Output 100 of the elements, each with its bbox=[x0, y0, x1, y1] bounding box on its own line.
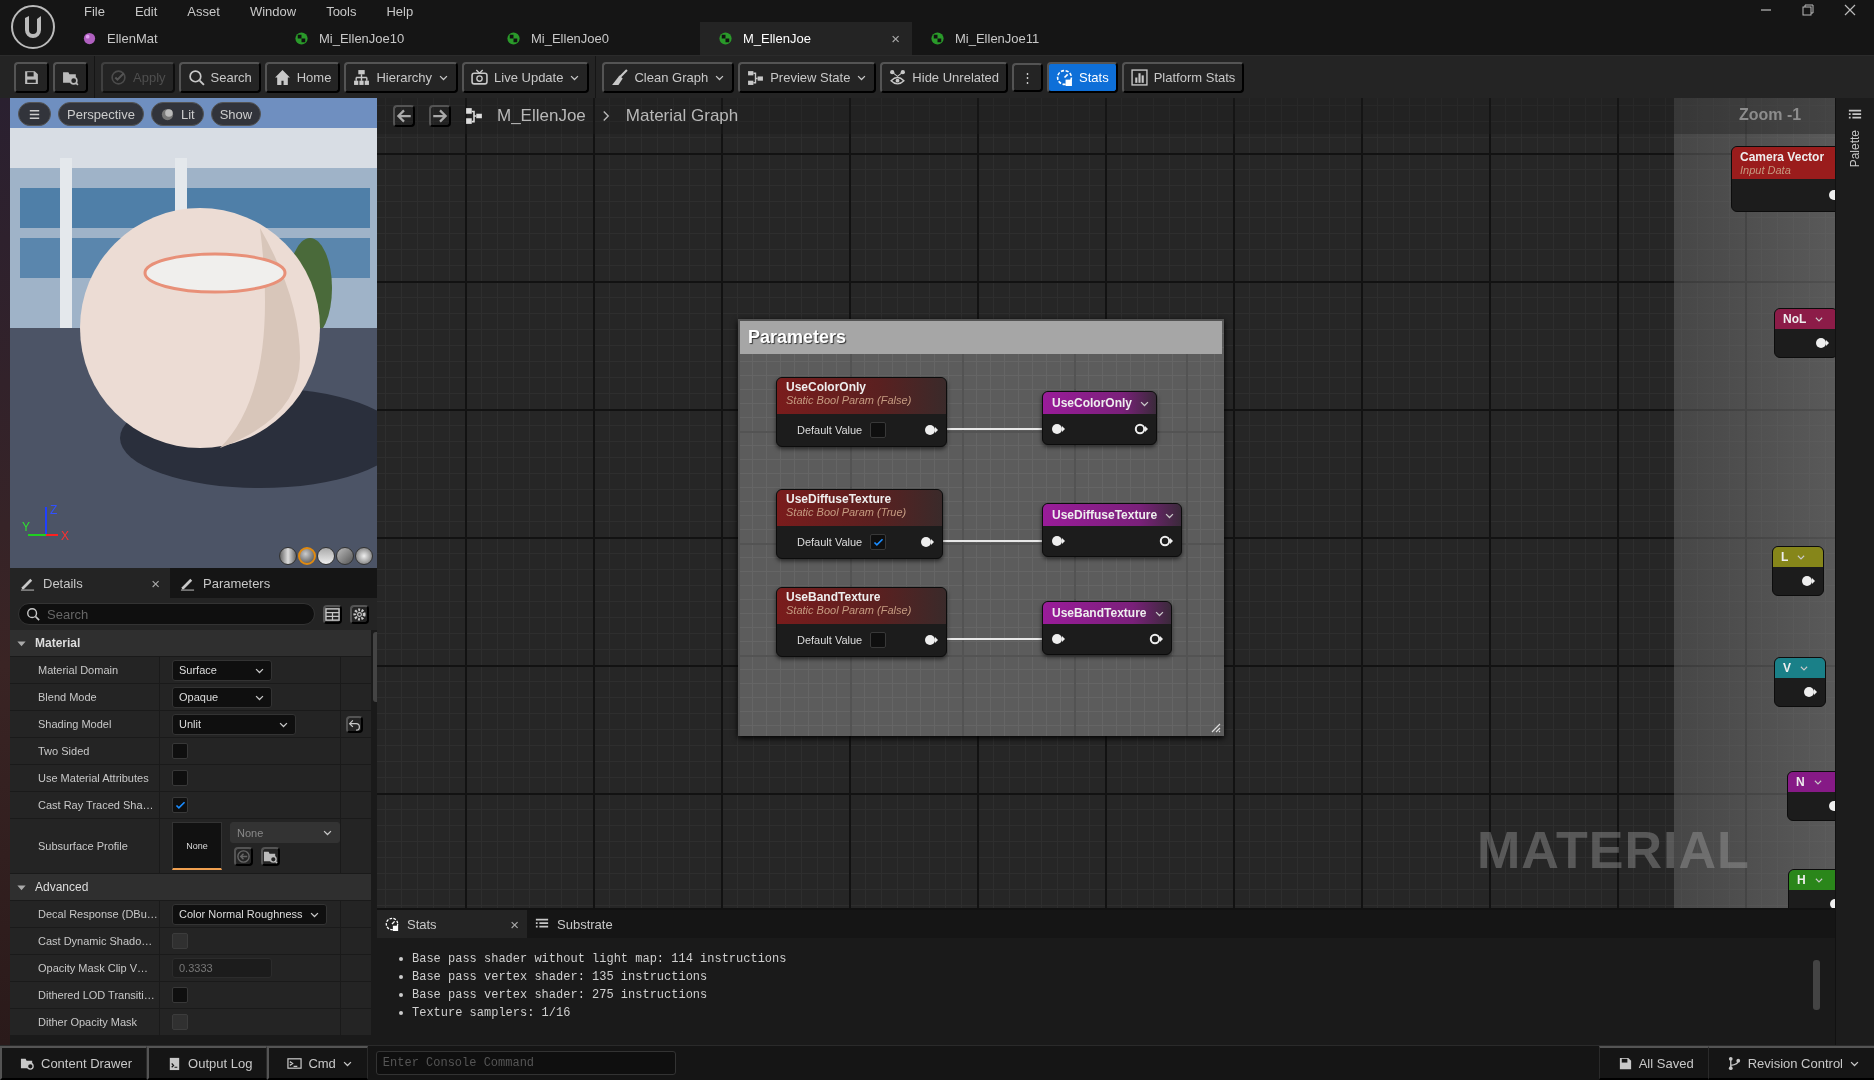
pin-icon[interactable] bbox=[1051, 535, 1065, 547]
toolbar-button[interactable] bbox=[14, 61, 49, 93]
toolbar-button[interactable]: Search bbox=[178, 61, 261, 93]
checkbox[interactable] bbox=[870, 422, 887, 438]
parameter-node[interactable]: UseColorOnly Static Bool Param (False) Default Value bbox=[776, 377, 947, 447]
pin-icon[interactable] bbox=[1159, 535, 1173, 547]
parameter-node[interactable]: UseDiffuseTexture Static Bool Param (True) Default Value bbox=[776, 489, 943, 559]
pin-icon[interactable] bbox=[1815, 337, 1829, 349]
browse-button[interactable] bbox=[261, 847, 280, 866]
palette-tab[interactable]: Palette bbox=[1848, 130, 1862, 168]
arrow-circle-icon bbox=[236, 849, 251, 864]
caret-icon bbox=[1813, 875, 1824, 885]
search-field[interactable]: Search bbox=[18, 603, 315, 625]
branch-icon bbox=[1726, 1055, 1742, 1071]
graph-canvas[interactable] bbox=[377, 98, 1835, 908]
settings-button[interactable] bbox=[350, 604, 369, 624]
more-button[interactable]: ⋮ bbox=[1012, 62, 1044, 92]
dropdown[interactable]: Unlit bbox=[172, 713, 296, 735]
toolbar-button[interactable]: Hide Unrelated bbox=[880, 61, 1009, 93]
document-tab[interactable]: Mi_EllenJoe11 bbox=[912, 22, 1124, 55]
pin-icon[interactable] bbox=[924, 424, 938, 436]
viewport-button[interactable]: Perspective bbox=[58, 102, 144, 126]
menu-item[interactable]: Help bbox=[372, 1, 428, 21]
breadcrumb-link[interactable]: Material Graph bbox=[625, 106, 739, 126]
toolbar-button[interactable]: Clean Graph bbox=[602, 61, 735, 93]
switch-node[interactable]: UseColorOnly bbox=[1042, 391, 1157, 445]
toolbar-button[interactable]: Stats bbox=[1047, 61, 1118, 93]
pin-icon[interactable] bbox=[1801, 575, 1815, 587]
status-button[interactable]: Content Drawer bbox=[0, 1046, 148, 1080]
pin-icon[interactable] bbox=[1134, 423, 1148, 435]
document-tab[interactable]: Mi_EllenJoe10 bbox=[276, 22, 488, 55]
checkbox[interactable] bbox=[172, 987, 188, 1003]
view-options-button[interactable] bbox=[323, 604, 342, 624]
use-selected-button[interactable] bbox=[234, 847, 253, 866]
menu-item[interactable]: Asset bbox=[173, 1, 234, 21]
switch-node[interactable]: UseDiffuseTexture bbox=[1042, 503, 1182, 557]
status-button[interactable]: Output Log bbox=[147, 1046, 268, 1080]
dropdown[interactable]: Opaque bbox=[172, 686, 272, 708]
document-tab[interactable]: EllenMat bbox=[64, 22, 276, 55]
comment-title: Parameters bbox=[748, 327, 847, 348]
panel-tab[interactable]: Parameters bbox=[170, 568, 330, 598]
graph-node[interactable]: H bbox=[1788, 869, 1835, 908]
pin-icon[interactable] bbox=[1149, 633, 1163, 645]
pin-icon[interactable] bbox=[920, 536, 934, 548]
graph-node[interactable]: NoL bbox=[1774, 308, 1835, 358]
checkbox[interactable] bbox=[870, 632, 887, 648]
pin-icon[interactable] bbox=[924, 634, 938, 646]
pin-icon[interactable] bbox=[1051, 423, 1065, 435]
resize-handle-icon[interactable] bbox=[1209, 721, 1221, 733]
console-field[interactable]: Enter Console Command bbox=[375, 1051, 676, 1075]
pin-icon[interactable] bbox=[1051, 633, 1065, 645]
comment-box[interactable] bbox=[738, 319, 1224, 736]
restore-icon[interactable] bbox=[1802, 4, 1814, 16]
panel-tab[interactable]: Substrate bbox=[527, 910, 677, 938]
toolbar-button[interactable]: Preview State bbox=[738, 61, 877, 93]
menu-item[interactable]: Edit bbox=[120, 1, 172, 21]
panel-tab[interactable]: Details × bbox=[10, 568, 170, 598]
asset-thumbnail[interactable]: None bbox=[172, 822, 222, 870]
reset-button[interactable] bbox=[345, 715, 363, 733]
toolbar-button[interactable]: Home bbox=[264, 61, 341, 93]
close-button[interactable]: × bbox=[151, 574, 160, 592]
status-button[interactable]: Cmd bbox=[267, 1046, 368, 1080]
list-icon bbox=[535, 917, 549, 931]
panel-tab[interactable]: Stats × bbox=[377, 910, 527, 938]
scrollbar-thumb[interactable] bbox=[1813, 960, 1820, 1010]
breadcrumb-link[interactable]: M_EllenJoe bbox=[497, 106, 586, 126]
checkbox[interactable] bbox=[172, 743, 188, 759]
parameter-node[interactable]: UseBandTexture Static Bool Param (False) Default Value bbox=[776, 587, 947, 657]
status-button[interactable]: All Saved bbox=[1598, 1046, 1708, 1080]
checkbox[interactable] bbox=[172, 770, 188, 786]
graph-node[interactable]: Camera Vector Input Data bbox=[1731, 146, 1835, 212]
house-icon bbox=[273, 68, 291, 86]
close-button[interactable]: × bbox=[891, 30, 900, 47]
section-header[interactable]: Material bbox=[10, 630, 371, 657]
close-icon[interactable] bbox=[1844, 4, 1856, 16]
menu-item[interactable]: Tools bbox=[312, 1, 371, 21]
back-button[interactable] bbox=[393, 105, 415, 127]
document-tab[interactable]: Mi_EllenJoe0 bbox=[488, 22, 700, 55]
toolbar-button[interactable]: Platform Stats bbox=[1121, 61, 1245, 93]
graph-node[interactable]: N bbox=[1787, 771, 1835, 821]
dropdown[interactable]: Color Normal Roughness bbox=[172, 903, 327, 925]
menu-item[interactable]: File bbox=[70, 1, 119, 21]
checkbox[interactable] bbox=[172, 797, 188, 813]
dropdown[interactable]: None bbox=[230, 822, 340, 843]
pin-icon[interactable] bbox=[1803, 686, 1817, 698]
switch-node[interactable]: UseBandTexture bbox=[1042, 601, 1172, 655]
forward-button[interactable] bbox=[429, 105, 451, 127]
graph-node[interactable]: V bbox=[1774, 657, 1826, 707]
toolbar-button[interactable]: Live Update bbox=[462, 61, 590, 93]
close-button[interactable]: × bbox=[510, 915, 519, 933]
document-tab[interactable]: M_EllenJoe × bbox=[700, 22, 912, 55]
status-button[interactable]: Revision Control bbox=[1707, 1046, 1874, 1080]
checkbox[interactable] bbox=[870, 534, 887, 550]
node-title: UseDiffuseTexture bbox=[786, 492, 893, 506]
toolbar-button[interactable] bbox=[53, 61, 88, 93]
section-header[interactable]: Advanced bbox=[10, 874, 371, 901]
logo-icon[interactable] bbox=[10, 4, 56, 50]
toolbar-button[interactable]: Hierarchy bbox=[344, 61, 459, 93]
menu-item[interactable]: Window bbox=[235, 1, 311, 21]
dropdown[interactable]: Surface bbox=[172, 659, 272, 681]
